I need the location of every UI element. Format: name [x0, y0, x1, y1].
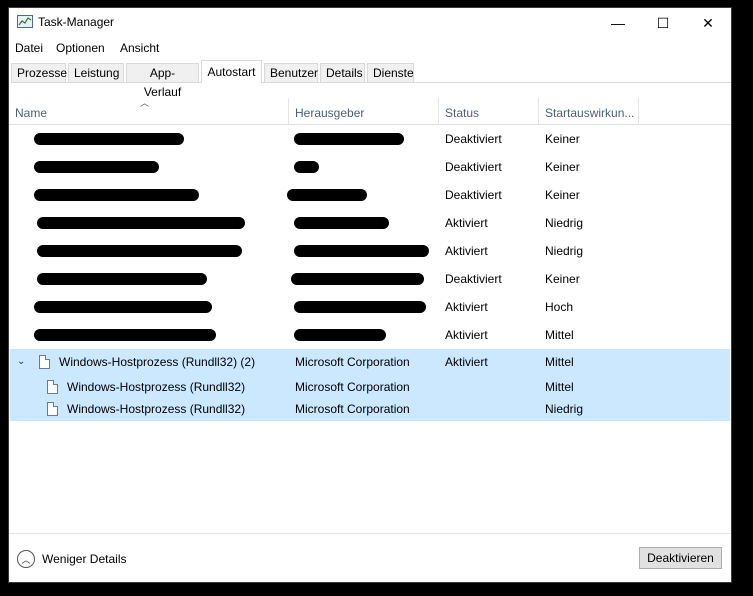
maximize-icon: ☐	[656, 14, 670, 31]
fewer-details-link[interactable]: Weniger Details	[42, 552, 126, 566]
status-cell: Deaktiviert	[445, 272, 502, 286]
child-impact: Mittel	[545, 380, 574, 394]
redacted-name	[34, 133, 184, 145]
window-title: Task-Manager	[38, 15, 115, 29]
status-cell: Aktiviert	[445, 328, 488, 342]
redacted-publisher	[294, 161, 319, 173]
redacted-name	[34, 161, 159, 173]
table-row[interactable]: Aktiviert Niedrig	[9, 209, 731, 237]
table-row[interactable]: Aktiviert Hoch	[9, 293, 731, 321]
redacted-publisher	[294, 301, 426, 313]
redacted-publisher	[291, 273, 424, 285]
footer: ︿ Weniger Details Deaktivieren	[9, 533, 731, 584]
title-bar[interactable]: Task-Manager — ☐ ✕	[9, 8, 731, 38]
redacted-name	[37, 245, 242, 257]
table-row[interactable]: Aktiviert Niedrig	[9, 237, 731, 265]
column-header: Name Herausgeber Status Startauswirkun..…	[9, 98, 731, 125]
tab-prozesse[interactable]: Prozesse	[11, 63, 67, 82]
status-cell: Deaktiviert	[445, 188, 502, 202]
group-status: Aktiviert	[445, 355, 488, 369]
tab-leistung[interactable]: Leistung	[68, 63, 124, 82]
menu-optionen[interactable]: Optionen	[56, 41, 105, 55]
minimize-icon: —	[611, 15, 625, 31]
chevron-up-icon[interactable]: ︿	[17, 550, 35, 568]
menu-ansicht[interactable]: Ansicht	[120, 41, 159, 55]
child-publisher: Microsoft Corporation	[295, 402, 410, 416]
column-startup-impact[interactable]: Startauswirkun...	[539, 98, 639, 124]
group-publisher: Microsoft Corporation	[295, 355, 410, 369]
menu-datei[interactable]: Datei	[15, 41, 43, 55]
child-row[interactable]: Windows-Hostprozess (Rundll32) Microsoft…	[9, 398, 731, 420]
redacted-publisher	[287, 189, 367, 201]
group-row[interactable]: ⌄ Windows-Hostprozess (Rundll32) (2) Mic…	[9, 349, 731, 375]
table-row[interactable]: Deaktiviert Keiner	[9, 153, 731, 181]
table-row[interactable]: Deaktiviert Keiner	[9, 265, 731, 293]
table-row[interactable]: Deaktiviert Keiner	[9, 181, 731, 209]
status-cell: Deaktiviert	[445, 132, 502, 146]
group-impact: Mittel	[545, 355, 574, 369]
column-publisher[interactable]: Herausgeber	[289, 98, 439, 124]
impact-cell: Niedrig	[545, 216, 584, 230]
column-name[interactable]: Name	[9, 98, 289, 124]
close-icon: ✕	[702, 14, 714, 31]
status-cell: Aktiviert	[445, 244, 488, 258]
table-row[interactable]: Deaktiviert Keiner	[9, 125, 731, 153]
impact-cell: Hoch	[545, 300, 574, 314]
status-cell: Deaktiviert	[445, 160, 502, 174]
impact-cell: Keiner	[545, 188, 580, 202]
impact-cell: Niedrig	[545, 244, 584, 258]
redacted-name	[37, 217, 245, 229]
table-row[interactable]: Aktiviert Mittel	[9, 321, 731, 349]
status-cell: Aktiviert	[445, 216, 488, 230]
child-name: Windows-Hostprozess (Rundll32)	[67, 380, 246, 394]
disable-button[interactable]: Deaktivieren	[639, 547, 722, 569]
group-name: Windows-Hostprozess (Rundll32) (2)	[59, 355, 256, 369]
task-manager-window: Task-Manager — ☐ ✕ Datei Optionen Ansich…	[8, 7, 732, 583]
maximize-button[interactable]: ☐	[640, 8, 686, 38]
tab-app-verlauf[interactable]: App-Verlauf	[126, 63, 199, 99]
child-row[interactable]: Windows-Hostprozess (Rundll32) Microsoft…	[9, 376, 731, 398]
redacted-publisher	[294, 245, 429, 257]
redacted-publisher	[294, 329, 386, 341]
task-manager-icon	[17, 15, 33, 28]
file-icon	[47, 380, 58, 394]
impact-cell: Keiner	[545, 160, 580, 174]
menu-bar: Datei Optionen Ansicht	[9, 38, 731, 58]
chevron-down-icon[interactable]: ⌄	[17, 356, 25, 367]
child-impact: Niedrig	[545, 402, 584, 416]
tab-strip: Prozesse Leistung App-Verlauf Autostart …	[11, 60, 731, 99]
column-status[interactable]: Status	[439, 98, 539, 124]
redacted-publisher	[294, 133, 404, 145]
tab-dienste[interactable]: Dienste	[367, 63, 414, 82]
redacted-name	[34, 329, 216, 341]
redacted-name	[34, 301, 212, 313]
redacted-name	[34, 189, 199, 201]
tab-autostart[interactable]: Autostart	[201, 60, 262, 83]
close-button[interactable]: ✕	[685, 8, 731, 38]
child-name: Windows-Hostprozess (Rundll32)	[67, 402, 246, 416]
impact-cell: Keiner	[545, 272, 580, 286]
tab-details[interactable]: Details	[320, 63, 365, 82]
file-icon	[47, 402, 58, 416]
impact-cell: Keiner	[545, 132, 580, 146]
redacted-publisher	[294, 217, 389, 229]
file-icon	[39, 355, 50, 369]
tab-benutzer[interactable]: Benutzer	[264, 63, 318, 82]
redacted-name	[37, 273, 207, 285]
child-publisher: Microsoft Corporation	[295, 380, 410, 394]
impact-cell: Mittel	[545, 328, 574, 342]
minimize-button[interactable]: —	[595, 8, 641, 38]
status-cell: Aktiviert	[445, 300, 488, 314]
